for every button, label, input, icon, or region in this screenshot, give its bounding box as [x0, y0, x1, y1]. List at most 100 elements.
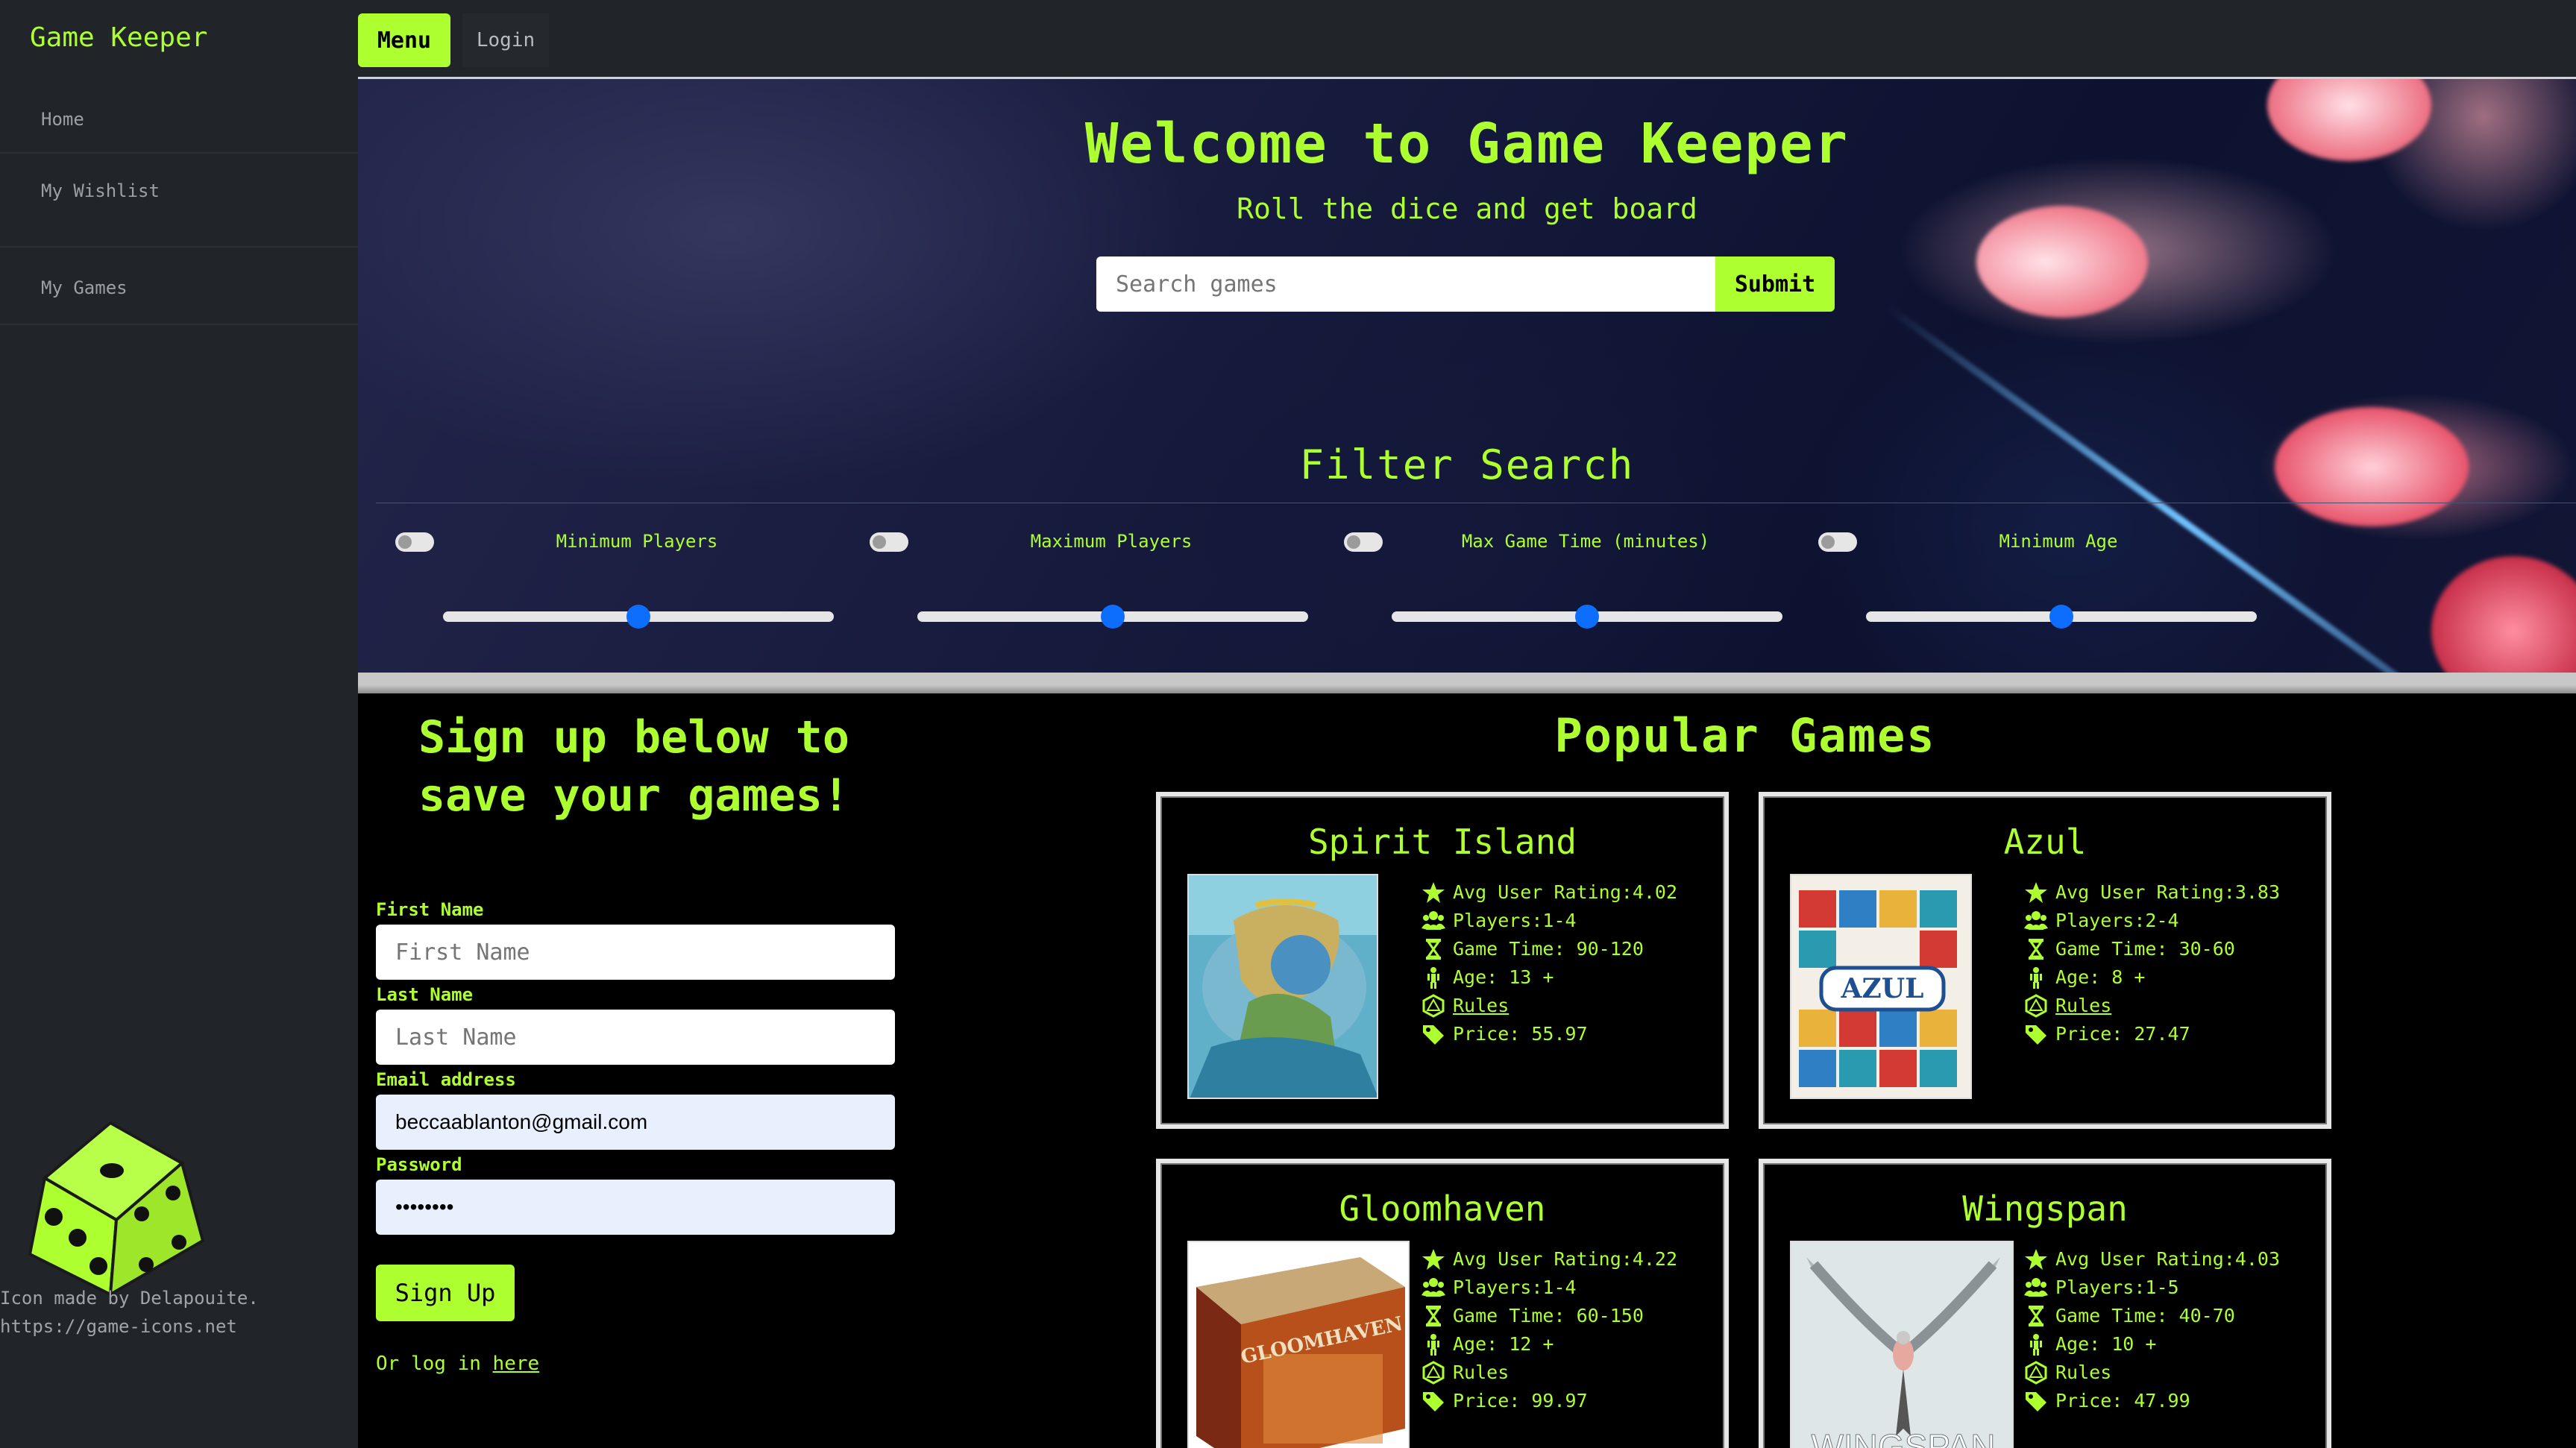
game-box-image: AZUL [1790, 874, 1972, 1099]
game-stats: Avg User Rating:4.02 Players:1-4 Game Ti… [1421, 878, 1677, 1048]
d20-icon [2025, 994, 2047, 1018]
game-card[interactable]: Wingspan WINGSPAN Avg User Rating:4.03 P… [1759, 1159, 2331, 1448]
rating-row: Avg User Rating:4.03 [2024, 1245, 2280, 1274]
max-players-label: Maximum Players [1030, 531, 1193, 552]
hourglass-icon [2029, 939, 2043, 960]
min-age-toggle[interactable] [1818, 532, 1857, 552]
players-row: Players:1-5 [2024, 1274, 2280, 1302]
rules-link[interactable]: Rules [2055, 992, 2111, 1020]
time-row: Game Time: 60-150 [1421, 1302, 1677, 1330]
dice-icon [28, 1121, 205, 1297]
price-row: Price: 27.47 [2024, 1020, 2280, 1048]
page-subtitle: Roll the dice and get board [1237, 192, 1697, 225]
time-row: Game Time: 30-60 [2024, 935, 2280, 963]
search-submit-button[interactable]: Submit [1715, 256, 1835, 312]
sidebar-divider [0, 324, 358, 325]
max-players-toggle[interactable] [870, 532, 908, 552]
max-time-label: Max Game Time (minutes) [1461, 531, 1710, 552]
rules-row: Rules [2024, 1359, 2280, 1387]
d20-icon [2025, 1361, 2047, 1385]
age-row: Age: 12 + [1421, 1330, 1677, 1359]
game-stats: Avg User Rating:3.83 Players:2-4 Game Ti… [2024, 878, 2280, 1048]
sidebar: Game Keeper Home My Wishlist My Games Ic… [0, 0, 358, 1448]
slider-thumb[interactable] [1101, 605, 1125, 629]
sidebar-item-home[interactable]: Home [41, 109, 84, 130]
game-box-image: WINGSPAN [1790, 1241, 2014, 1448]
game-card[interactable]: Gloomhaven GLOOMHAVEN Avg User Rating:4.… [1156, 1159, 1729, 1448]
game-title[interactable]: Gloomhaven [1160, 1189, 1724, 1229]
game-title[interactable]: Azul [1763, 822, 2327, 862]
game-box-image: GLOOMHAVEN [1187, 1241, 1410, 1448]
game-stats: Avg User Rating:4.03 Players:1-5 Game Ti… [2024, 1245, 2280, 1415]
min-age-slider[interactable] [1866, 605, 2257, 629]
min-age-label: Minimum Age [1999, 531, 2118, 552]
game-title[interactable]: Spirit Island [1160, 822, 1724, 862]
rating-row: Avg User Rating:4.22 [1421, 1245, 1677, 1274]
person-icon [1427, 967, 1439, 989]
slider-thumb[interactable] [1575, 605, 1599, 629]
menu-button[interactable]: Menu [358, 13, 450, 67]
max-time-slider[interactable] [1392, 605, 1782, 629]
tag-icon [1423, 1025, 1444, 1045]
users-icon [1421, 911, 1445, 930]
price-row: Price: 55.97 [1421, 1020, 1677, 1048]
min-players-label: Minimum Players [556, 531, 718, 552]
max-time-toggle[interactable] [1344, 532, 1383, 552]
d20-icon [1422, 1361, 1445, 1385]
person-icon [2030, 967, 2042, 989]
min-players-toggle[interactable] [395, 532, 434, 552]
game-title[interactable]: Wingspan [1763, 1189, 2327, 1229]
filter-title: Filter Search [1299, 441, 1635, 488]
top-navbar: Menu Login [358, 0, 2576, 79]
slider-thumb[interactable] [2049, 605, 2073, 629]
person-icon [2030, 1334, 2042, 1356]
users-icon [2024, 1278, 2048, 1297]
hourglass-icon [1426, 1306, 1441, 1326]
sign-up-button[interactable]: Sign Up [376, 1265, 515, 1321]
rules-link[interactable]: Rules [1453, 992, 1509, 1020]
last-name-field[interactable] [376, 1010, 895, 1065]
rules-link[interactable]: Rules [1453, 1359, 1509, 1387]
person-icon [1427, 1334, 1439, 1356]
email-field[interactable] [376, 1095, 895, 1150]
players-row: Players:2-4 [2024, 907, 2280, 935]
game-card[interactable]: Spirit Island Avg User Rating:4.02 Playe… [1156, 792, 1729, 1129]
password-field[interactable] [376, 1180, 895, 1235]
brand-title[interactable]: Game Keeper [30, 22, 207, 53]
rating-row: Avg User Rating:3.83 [2024, 878, 2280, 907]
tag-icon [1423, 1392, 1444, 1411]
players-row: Players:1-4 [1421, 1274, 1677, 1302]
tag-icon [2026, 1392, 2046, 1411]
sidebar-item-wishlist[interactable]: My Wishlist [41, 180, 160, 201]
price-row: Price: 99.97 [1421, 1387, 1677, 1415]
login-here-link[interactable]: here [493, 1353, 540, 1375]
hourglass-icon [2029, 1306, 2043, 1326]
star-icon [1422, 882, 1445, 903]
password-label: Password [376, 1154, 462, 1175]
rules-link[interactable]: Rules [2055, 1359, 2111, 1387]
time-row: Game Time: 40-70 [2024, 1302, 2280, 1330]
box-art-text: WINGSPAN [1811, 1427, 1995, 1448]
age-row: Age: 8 + [2024, 963, 2280, 992]
search-input[interactable] [1096, 256, 1715, 312]
last-name-label: Last Name [376, 984, 474, 1005]
star-icon [1422, 1249, 1445, 1270]
game-card[interactable]: Azul AZUL Avg User Rating:3.83 Players:2… [1759, 792, 2331, 1129]
login-button[interactable]: Login [462, 13, 549, 67]
time-row: Game Time: 90-120 [1421, 935, 1677, 963]
sidebar-item-my-games[interactable]: My Games [41, 277, 128, 298]
first-name-field[interactable] [376, 925, 895, 980]
game-box-image [1187, 874, 1378, 1099]
email-label: Email address [376, 1069, 516, 1090]
dice-pip-decoration [2431, 556, 2576, 673]
first-name-label: First Name [376, 899, 484, 920]
box-art-text: AZUL [1841, 973, 1924, 1004]
star-icon [2025, 1249, 2047, 1270]
rating-row: Avg User Rating:4.02 [1421, 878, 1677, 907]
sidebar-divider [0, 246, 358, 248]
slider-thumb[interactable] [626, 605, 650, 629]
min-players-slider[interactable] [443, 605, 834, 629]
sidebar-divider [0, 152, 358, 154]
max-players-slider[interactable] [917, 605, 1308, 629]
section-divider [358, 673, 2576, 693]
